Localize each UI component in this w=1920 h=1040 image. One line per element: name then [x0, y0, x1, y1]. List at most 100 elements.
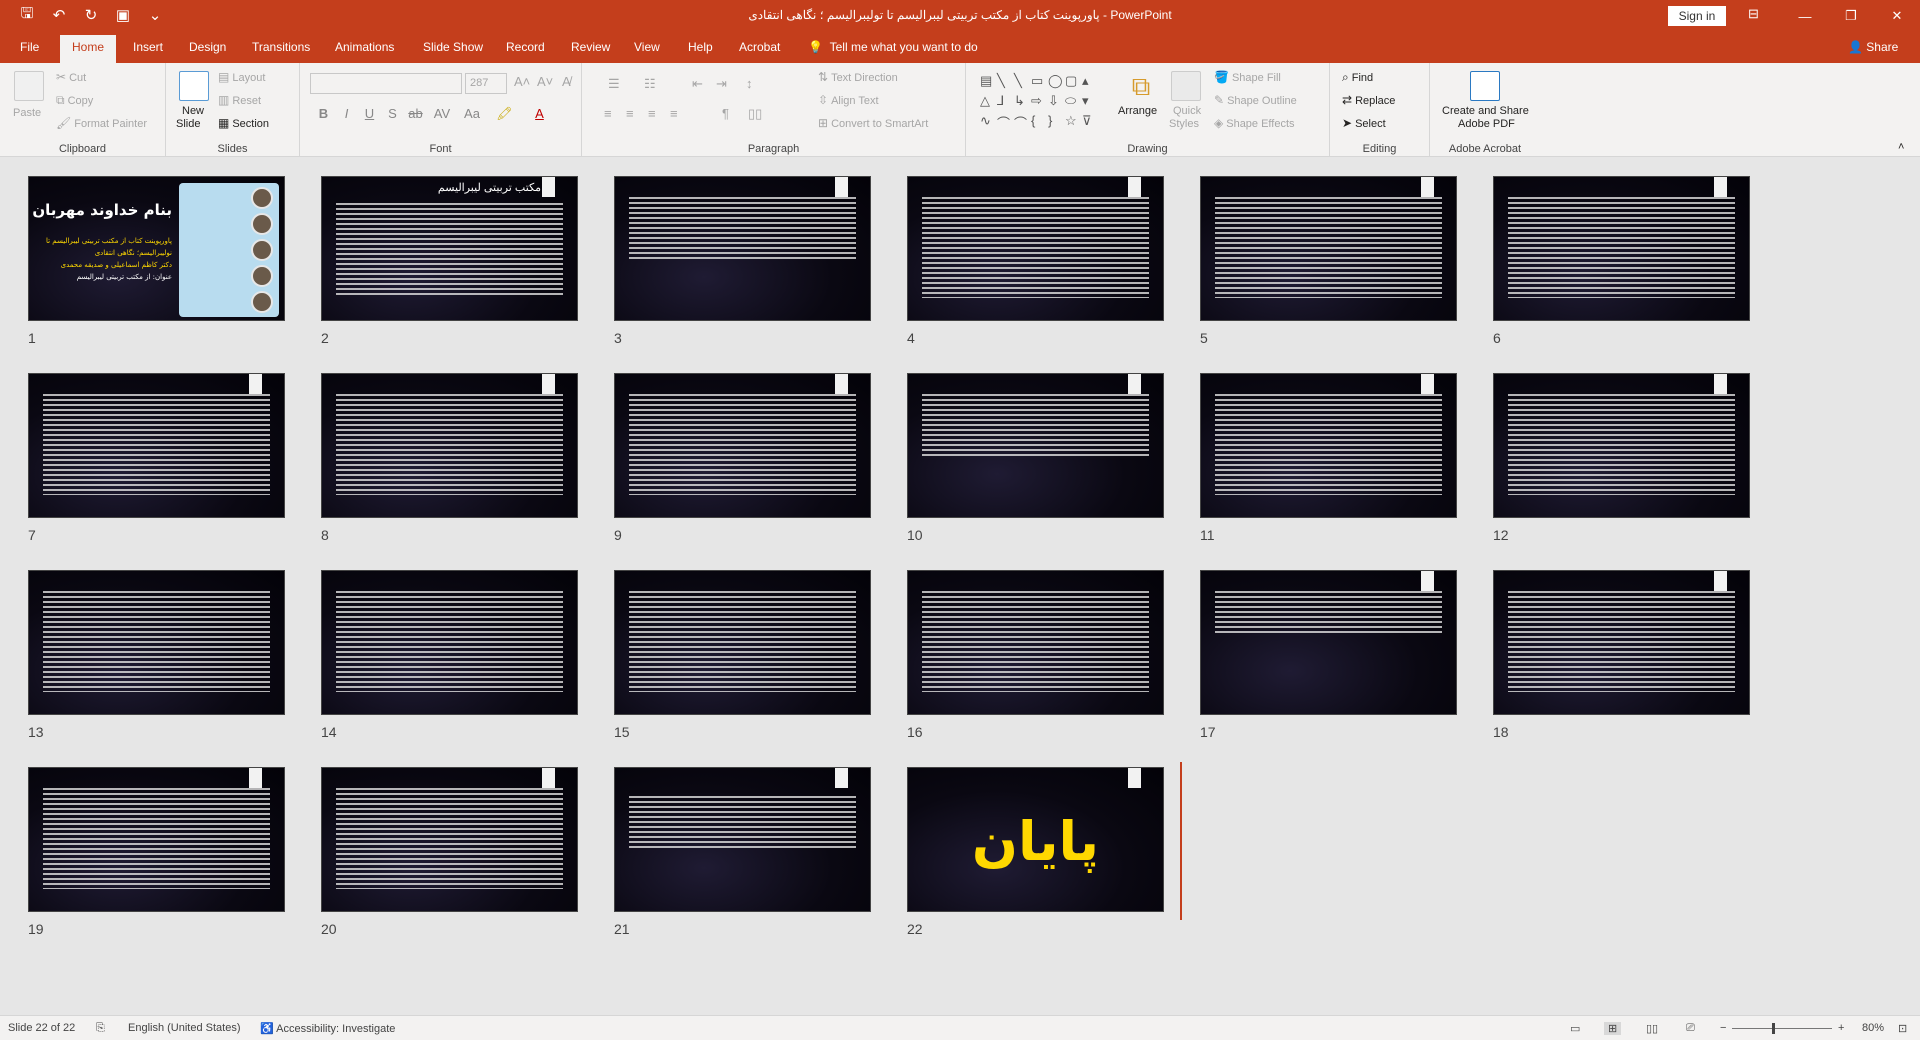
triangle-icon[interactable]: △	[980, 93, 996, 112]
select-button[interactable]: ➤ Select	[1342, 116, 1386, 130]
accessibility-status[interactable]: ♿ Accessibility: Investigate	[260, 1022, 395, 1035]
tab-review[interactable]: Review	[571, 40, 610, 54]
line-icon[interactable]: ╲	[1014, 73, 1030, 92]
slide-thumbnail-8[interactable]	[321, 373, 578, 518]
rtl-icon[interactable]: ¶	[722, 106, 729, 121]
underline-button[interactable]: U	[358, 106, 381, 122]
create-pdf-label-2[interactable]: Adobe PDF	[1458, 118, 1515, 130]
increase-indent-icon[interactable]: ⇥	[716, 76, 727, 92]
slide-thumbnail-20[interactable]	[321, 767, 578, 912]
close-icon[interactable]: ✕	[1874, 0, 1920, 32]
increase-font-icon[interactable]: A˄	[514, 74, 530, 89]
tab-help[interactable]: Help	[688, 40, 713, 54]
tab-view[interactable]: View	[634, 40, 660, 54]
restore-icon[interactable]: ❐	[1828, 0, 1874, 32]
slide-thumbnail-12[interactable]	[1493, 373, 1750, 518]
minimize-icon[interactable]: —	[1782, 0, 1828, 32]
text-direction-button[interactable]: ⇅ Text Direction	[818, 70, 898, 84]
more-shapes-icon[interactable]: ⊽	[1082, 113, 1098, 132]
slide-thumbnail-21[interactable]	[614, 767, 871, 912]
layout-button[interactable]: ▤ Layout	[218, 70, 265, 84]
arc-icon[interactable]: ⌒	[1014, 113, 1030, 132]
slide-thumbnail-9[interactable]	[614, 373, 871, 518]
textbox-icon[interactable]: ▤	[980, 73, 996, 92]
share-button[interactable]: 👤 Share	[1848, 40, 1898, 54]
zoom-slider-thumb[interactable]	[1772, 1023, 1775, 1034]
arrange-icon[interactable]: ⧉	[1126, 71, 1156, 101]
tab-slide-show[interactable]: Slide Show	[423, 40, 483, 54]
font-name-box[interactable]	[310, 73, 462, 94]
shapes-gallery[interactable]: ▤ ╲ ╲ ▭ ◯ ▢ ▴ △ ⅃ ↳ ⇨ ⇩ ⬭ ▾ ∿ ⌒ ⌒{} ☆ ⊽	[980, 73, 1110, 133]
columns-icon[interactable]: ▯▯	[748, 106, 762, 122]
slide-thumbnail-16[interactable]	[907, 570, 1164, 715]
right-arrow-icon[interactable]: ⇨	[1031, 93, 1047, 112]
font-size-box[interactable]: 287	[465, 73, 507, 94]
align-left-icon[interactable]: ≡	[604, 106, 612, 121]
slide-thumbnail-15[interactable]	[614, 570, 871, 715]
slide-thumbnail-13[interactable]	[28, 570, 285, 715]
change-case-button[interactable]: Aa	[457, 106, 487, 122]
decrease-font-icon[interactable]: A˅	[537, 74, 553, 89]
language-status[interactable]: English (United States)	[128, 1022, 241, 1034]
tab-file[interactable]: File	[20, 40, 39, 54]
tab-animations[interactable]: Animations	[335, 40, 394, 54]
quick-styles-label-1[interactable]: Quick	[1173, 105, 1201, 117]
find-button[interactable]: ⌕ Find	[1342, 70, 1373, 85]
fit-to-window-icon[interactable]: ⊡	[1898, 1022, 1907, 1035]
slide-thumbnail-22[interactable]: پایان	[907, 767, 1164, 912]
notes-spellcheck-icon[interactable]: ⎘	[96, 1022, 105, 1035]
shape-effects-button[interactable]: ◈ Shape Effects	[1214, 116, 1295, 130]
slide-thumbnail-4[interactable]	[907, 176, 1164, 321]
create-pdf-label-1[interactable]: Create and Share	[1442, 105, 1529, 117]
strikethrough-button[interactable]: ab	[404, 106, 427, 122]
numbering-icon[interactable]: ☷	[644, 76, 656, 92]
justify-icon[interactable]: ≡	[670, 106, 678, 121]
curve-icon[interactable]: ∿	[980, 113, 996, 132]
slide-thumbnail-18[interactable]	[1493, 570, 1750, 715]
zoom-level[interactable]: 80%	[1862, 1022, 1884, 1034]
slide-thumbnail-14[interactable]	[321, 570, 578, 715]
align-right-icon[interactable]: ≡	[648, 106, 656, 121]
reset-button[interactable]: ▥ Reset	[218, 93, 261, 107]
sign-in-button[interactable]: Sign in	[1668, 6, 1726, 26]
scroll-down-icon[interactable]: ▾	[1082, 93, 1098, 112]
slide-thumbnail-10[interactable]	[907, 373, 1164, 518]
copy-button[interactable]: ⧉ Copy	[56, 93, 93, 108]
line-spacing-icon[interactable]: ↕	[746, 76, 753, 91]
zoom-out-icon[interactable]: −	[1720, 1022, 1726, 1034]
clear-formatting-icon[interactable]: A̸	[562, 74, 571, 89]
zoom-slider[interactable]	[1732, 1028, 1832, 1029]
shape-outline-button[interactable]: ✎ Shape Outline	[1214, 93, 1297, 107]
replace-button[interactable]: ⇄ Replace	[1342, 93, 1395, 107]
line-icon[interactable]: ╲	[997, 73, 1013, 92]
freeform-icon[interactable]: ⌒	[997, 113, 1013, 132]
slide-thumbnail-7[interactable]	[28, 373, 285, 518]
text-shadow-button[interactable]: S	[381, 106, 404, 122]
slide-thumbnail-3[interactable]	[614, 176, 871, 321]
tab-home[interactable]: Home	[60, 35, 117, 63]
slide-thumbnail-17[interactable]	[1200, 570, 1457, 715]
slide-thumbnail-5[interactable]	[1200, 176, 1457, 321]
font-color-icon[interactable]: A	[522, 106, 557, 122]
bold-button[interactable]: B	[312, 106, 335, 122]
tab-acrobat[interactable]: Acrobat	[739, 40, 780, 54]
normal-view-icon[interactable]: ▭	[1570, 1022, 1580, 1035]
cut-button[interactable]: ✂ Cut	[56, 70, 86, 84]
paste-button[interactable]: Paste	[13, 107, 41, 119]
down-arrow-icon[interactable]: ⇩	[1048, 93, 1064, 112]
scroll-up-icon[interactable]: ▴	[1082, 73, 1098, 92]
slide-thumbnail-11[interactable]	[1200, 373, 1457, 518]
char-spacing-button[interactable]: AV	[427, 106, 457, 122]
paste-icon[interactable]	[14, 71, 44, 101]
tab-insert[interactable]: Insert	[133, 40, 163, 54]
slide-sorter-view-icon[interactable]: ⊞	[1604, 1022, 1622, 1035]
rectangle-icon[interactable]: ▭	[1031, 73, 1047, 92]
slide-thumbnail-2[interactable]: مکتب تربیتی لیبرالیسم	[321, 176, 578, 321]
slide-thumbnail-19[interactable]	[28, 767, 285, 912]
decrease-indent-icon[interactable]: ⇤	[692, 76, 703, 92]
quick-styles-label-2[interactable]: Styles	[1169, 118, 1199, 130]
italic-button[interactable]: I	[335, 106, 358, 122]
new-slide-icon[interactable]	[179, 71, 209, 101]
pdf-share-icon[interactable]	[1470, 71, 1500, 101]
slideshow-view-icon[interactable]: ⎚	[1686, 1022, 1695, 1035]
